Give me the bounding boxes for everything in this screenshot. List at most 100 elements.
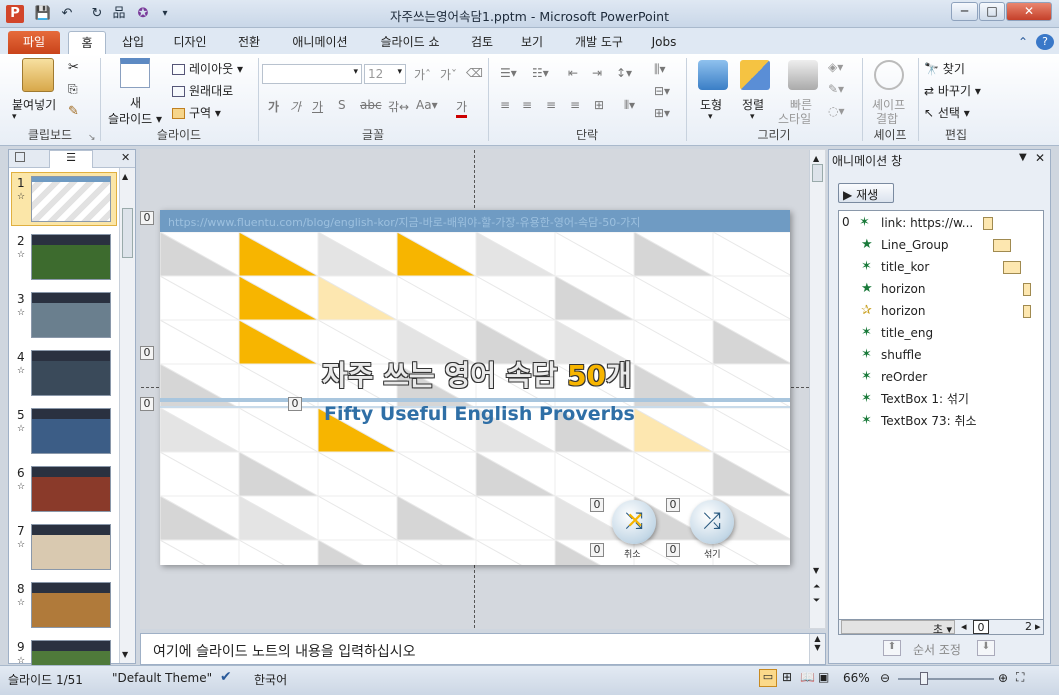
tab-developer[interactable]: 개발 도구 <box>562 31 636 54</box>
find-button[interactable]: 🔭 찾기 <box>924 60 965 77</box>
columns-icon[interactable]: ⫴▾ <box>624 98 635 113</box>
bold-icon[interactable]: 가 <box>268 98 279 115</box>
editor-scrollbar[interactable]: ▲ ▼ ⏶ ⏷ <box>809 150 825 628</box>
quick-styles-label-2[interactable]: 스타일 <box>778 110 811 127</box>
layout-button[interactable]: 레이아웃 ▾ <box>172 60 243 77</box>
slide-thumbnail[interactable] <box>31 234 111 280</box>
animation-item[interactable]: ✶ TextBox 1: 섞기 <box>843 389 1041 409</box>
shapes-dropdown-icon[interactable]: ▾ <box>708 112 713 122</box>
animation-pane-menu-icon[interactable]: ▼ <box>1019 152 1027 163</box>
font-color-icon[interactable]: 가 <box>456 98 468 118</box>
smartart-icon[interactable]: ⊞▾ <box>654 106 670 120</box>
font-size-combo[interactable]: 12 ▾ <box>364 64 406 84</box>
new-slide-label-2[interactable]: 슬라이드 ▾ <box>108 110 162 127</box>
underline-icon[interactable]: 가 <box>312 98 323 115</box>
new-slide-label-1[interactable]: 새 <box>130 94 141 111</box>
slide-canvas[interactable]: https://www.fluentu.com/blog/english-kor… <box>160 210 790 565</box>
scroll-up-icon[interactable]: ▲ <box>122 172 128 181</box>
spell-check-icon[interactable]: ✔ <box>220 669 232 685</box>
paste-dropdown-icon[interactable]: ▾ <box>12 112 17 122</box>
slide-thumbnail[interactable] <box>31 292 111 338</box>
anim-tag[interactable]: 0 <box>666 543 680 557</box>
editor-scroll-up-icon[interactable]: ▲ <box>813 154 819 163</box>
reading-view-icon[interactable]: 📖 <box>800 670 815 684</box>
help-icon[interactable]: ? <box>1036 34 1054 50</box>
editor-scroll-down-icon[interactable]: ▼ <box>813 566 819 575</box>
numbering-icon[interactable]: ☷▾ <box>532 66 549 80</box>
align-left-icon[interactable]: ≡ <box>500 98 510 112</box>
strikethrough-icon[interactable]: abc <box>360 98 382 112</box>
language-status[interactable]: 한국어 <box>254 671 287 688</box>
zoom-slider[interactable] <box>898 678 994 680</box>
maximize-button[interactable]: □ <box>979 2 1005 21</box>
timeline-right-icon[interactable]: ▸ <box>1035 620 1041 633</box>
fit-to-window-icon[interactable]: ⛶ <box>1016 670 1024 685</box>
tab-view[interactable]: 보기 <box>512 31 552 54</box>
url-link-text[interactable]: https://www.fluentu.com/blog/english-kor… <box>168 214 788 230</box>
animation-item[interactable]: ✰ horizon <box>843 301 1041 321</box>
align-right-icon[interactable]: ≡ <box>546 98 556 112</box>
tab-jobs[interactable]: Jobs <box>644 31 684 54</box>
anim-tag[interactable]: 0 <box>590 543 604 557</box>
shapes-icon[interactable] <box>698 60 728 90</box>
animation-item[interactable]: ✶ link: https://w... <box>843 213 1041 233</box>
play-button[interactable]: ▶ 재생 <box>838 183 894 203</box>
outline-tab-icon[interactable]: ☰ <box>49 150 93 168</box>
char-spacing-icon[interactable]: 갂↔ <box>388 98 409 115</box>
align-center-icon[interactable]: ≡ <box>522 98 532 112</box>
anim-tag[interactable]: 0 <box>590 498 604 512</box>
section-button[interactable]: 구역 ▾ <box>172 104 221 121</box>
tab-animations[interactable]: 애니메이션 <box>282 31 358 54</box>
quick-styles-icon[interactable] <box>788 60 818 90</box>
close-button[interactable]: ✕ <box>1006 2 1052 21</box>
arrange-button[interactable]: 정렬 <box>742 96 764 113</box>
shrink-font-icon[interactable]: 가ˇ <box>440 66 457 83</box>
shape-effects-icon[interactable]: ◌▾ <box>828 104 845 118</box>
text-direction-icon[interactable]: ⫼▾ <box>654 62 666 77</box>
zoom-level[interactable]: 66% <box>843 671 870 685</box>
slide-thumbnail[interactable] <box>31 466 111 512</box>
slides-tab-icon[interactable] <box>15 152 25 162</box>
paste-button[interactable]: 붙여넣기 <box>12 96 56 113</box>
shapes-button[interactable]: 도형 <box>700 96 722 113</box>
shape-outline-icon[interactable]: ✎▾ <box>828 82 844 96</box>
tab-transitions[interactable]: 전환 <box>226 31 272 54</box>
slide-sorter-icon[interactable]: ⊞ <box>782 670 792 684</box>
scroll-down-icon[interactable]: ▼ <box>122 650 128 659</box>
move-down-icon[interactable]: ⬇ <box>977 640 995 656</box>
animation-item[interactable]: ✶ title_eng <box>843 323 1041 343</box>
move-up-icon[interactable]: ⬆ <box>883 640 901 656</box>
animation-timing-bar[interactable] <box>1023 305 1031 318</box>
close-slides-pane-icon[interactable]: ✕ <box>121 151 130 164</box>
replace-button[interactable]: ⇄ 바꾸기 ▾ <box>924 82 981 99</box>
anim-tag[interactable]: 0 <box>288 397 302 411</box>
increase-indent-icon[interactable]: ⇥ <box>592 66 602 80</box>
paste-icon[interactable] <box>22 58 54 92</box>
timeline-bar[interactable]: 초 ▾ ◂ 0 2 ▸ <box>838 619 1044 636</box>
font-name-combo[interactable]: ▾ <box>262 64 362 84</box>
animation-item[interactable]: ✶ reOrder <box>843 367 1041 387</box>
tab-home[interactable]: 홈 <box>68 31 106 54</box>
animation-item[interactable]: ★ horizon <box>843 279 1041 299</box>
animation-item[interactable]: ✶ shuffle <box>843 345 1041 365</box>
minimize-button[interactable]: ─ <box>951 2 978 21</box>
format-painter-icon[interactable]: ✎ <box>68 104 79 119</box>
shape-merge-label-2[interactable]: 결합 <box>876 110 898 127</box>
select-button[interactable]: ↖ 선택 ▾ <box>924 104 970 121</box>
clear-format-icon[interactable]: ⌫ <box>466 66 483 80</box>
animation-timing-bar[interactable] <box>983 217 993 230</box>
slides-pane-scrollbar[interactable]: ▲ ▼ <box>119 168 135 663</box>
zoom-out-icon[interactable]: ⊖ <box>880 671 890 685</box>
line-spacing-icon[interactable]: ↕▾ <box>616 66 632 80</box>
slide-thumbnail[interactable] <box>31 350 111 396</box>
arrange-icon[interactable] <box>740 60 770 90</box>
italic-icon[interactable]: 가 <box>290 98 301 115</box>
grow-font-icon[interactable]: 가ˆ <box>414 66 431 83</box>
reset-button[interactable]: 원래대로 <box>172 82 233 99</box>
bullets-icon[interactable]: ☰▾ <box>500 66 517 80</box>
copy-icon[interactable]: ⎘ <box>68 82 78 97</box>
slides-scroll-thumb[interactable] <box>122 208 133 258</box>
next-slide-icon[interactable]: ⏷ <box>813 596 820 606</box>
arrange-dropdown-icon[interactable]: ▾ <box>750 112 755 122</box>
tab-design[interactable]: 디자인 <box>164 31 216 54</box>
